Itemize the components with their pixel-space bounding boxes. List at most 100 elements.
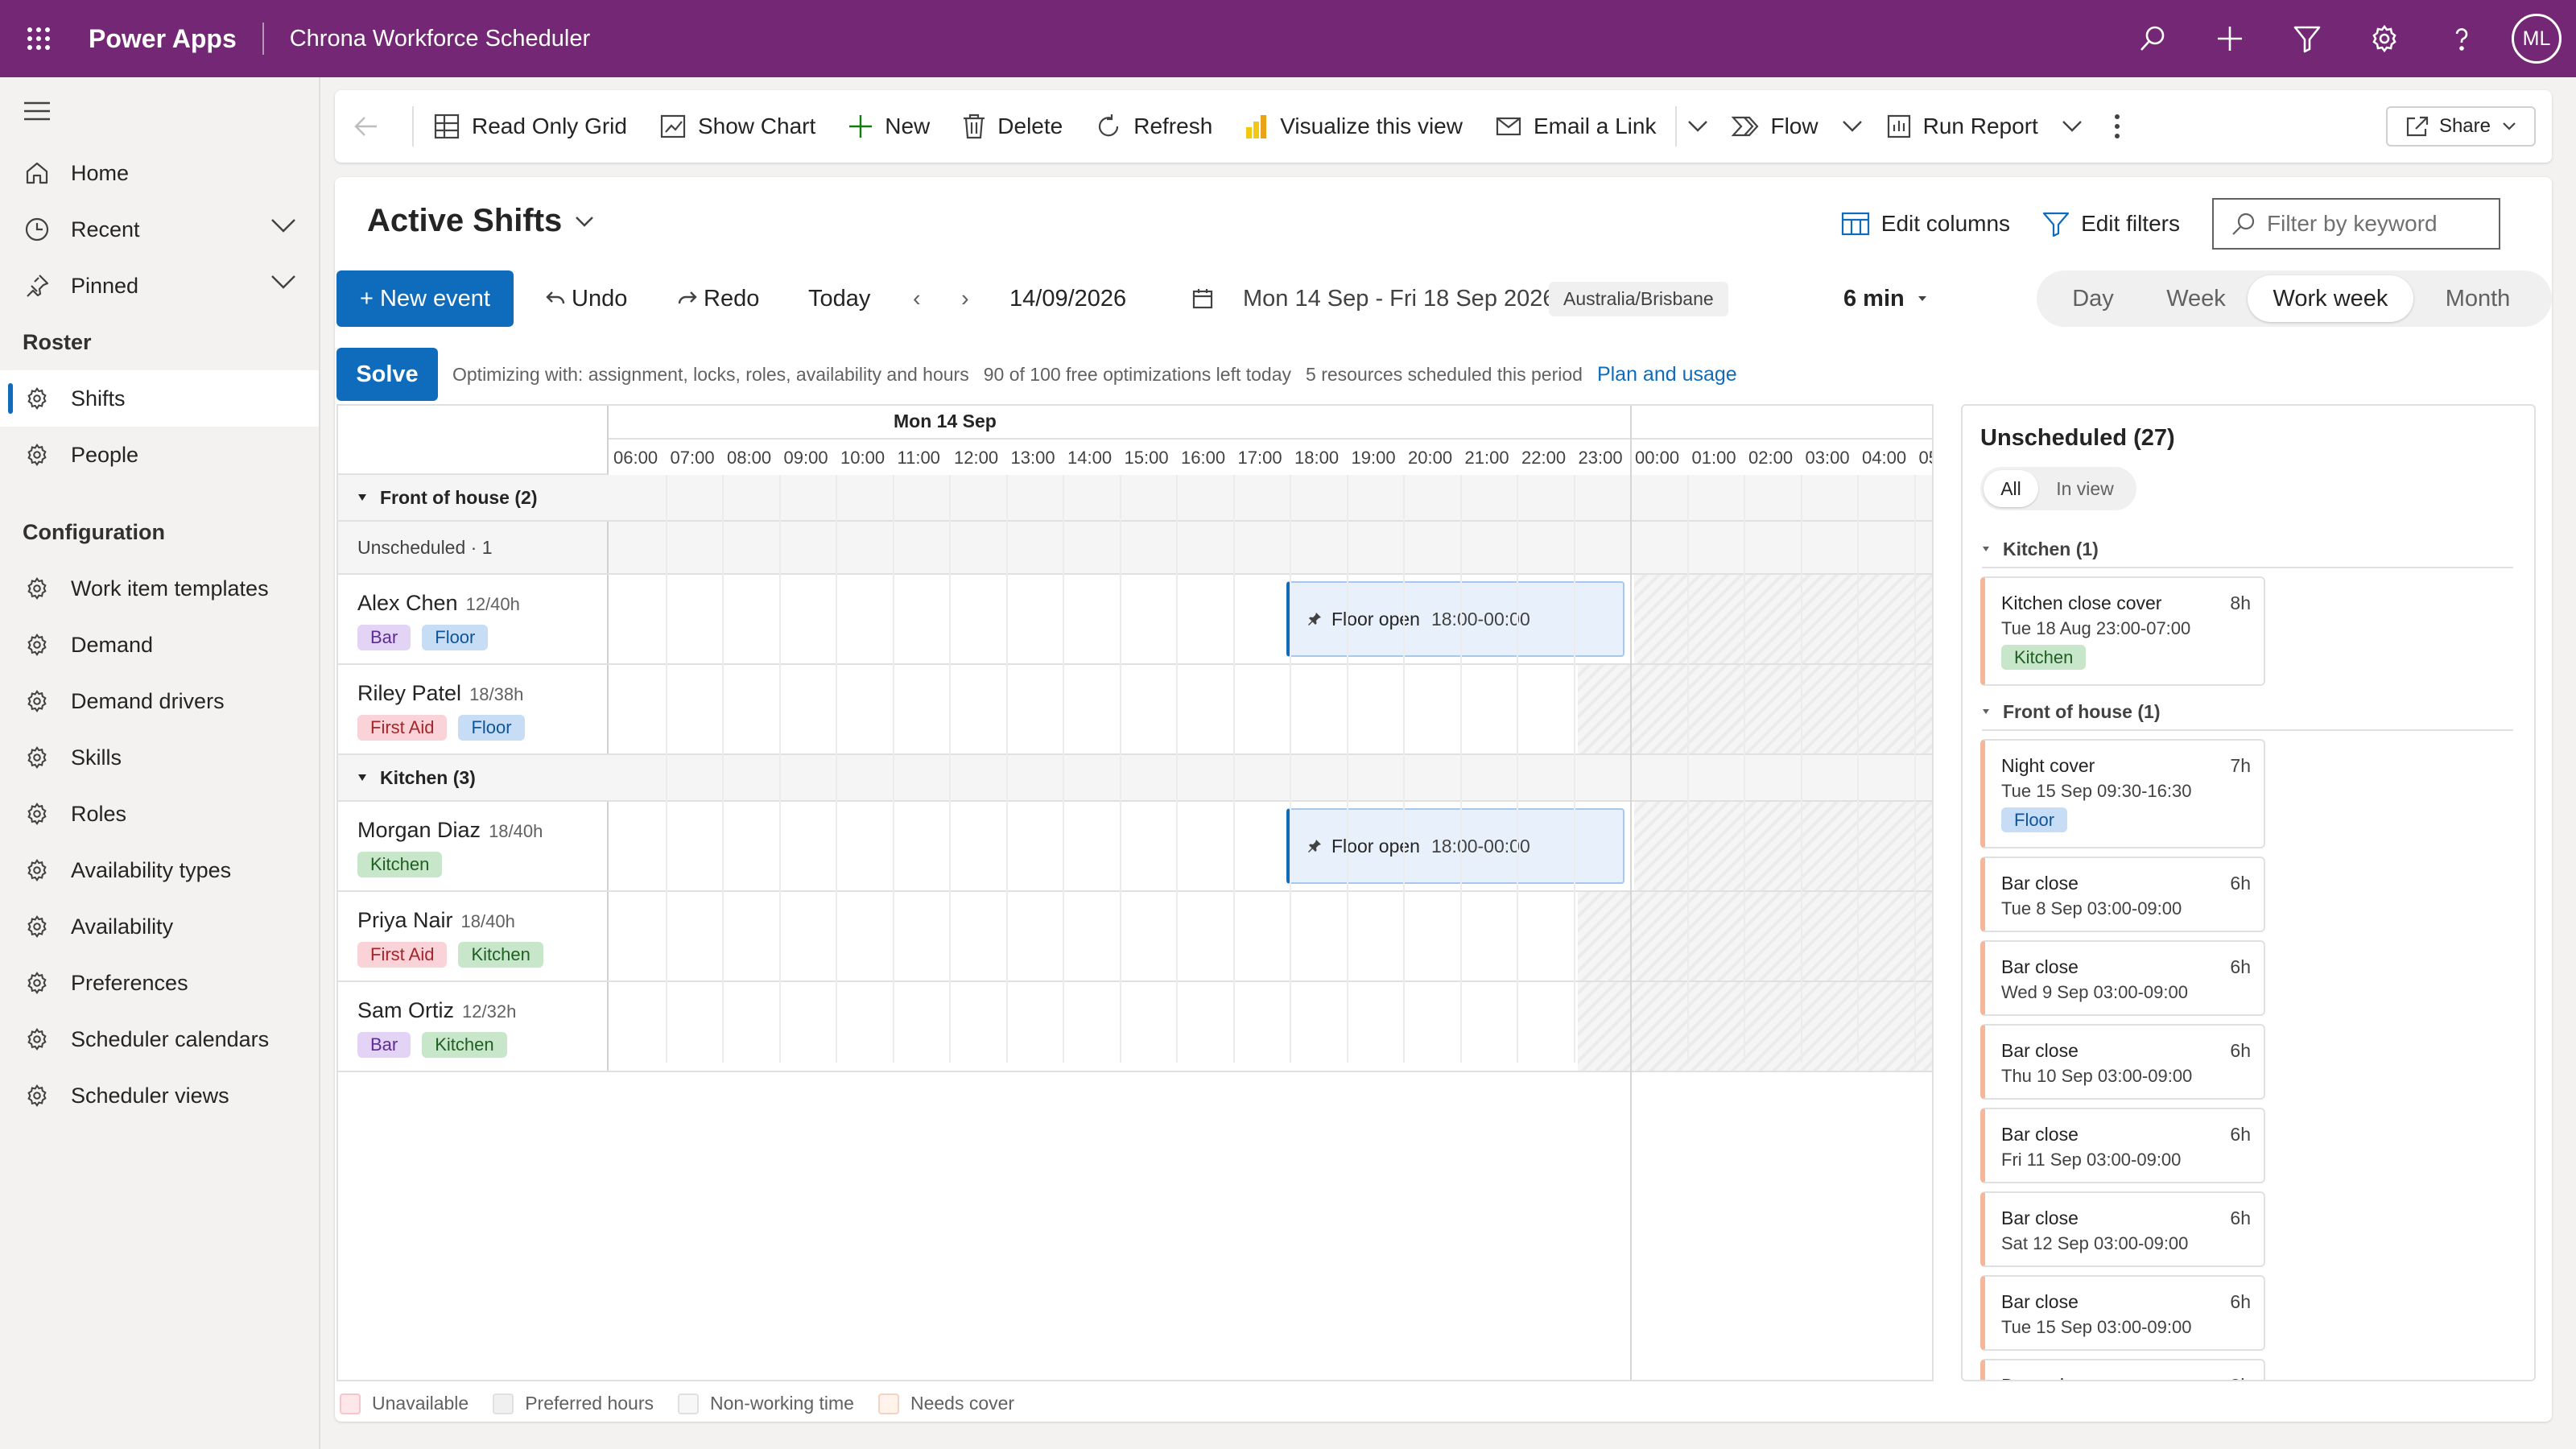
unscheduled-card[interactable]: Bar close 6h Thu 10 Sep 03:00-09:00 (1980, 1024, 2265, 1100)
resource-row[interactable]: Riley Patel 18/38h First Aid Floor (338, 665, 1932, 755)
unscheduled-card[interactable]: Night cover 7h Tue 15 Sep 09:30-16:30 Floor (1980, 739, 2265, 848)
delete-button[interactable]: Delete (946, 90, 1079, 163)
sidebar-item-demand-drivers[interactable]: Demand drivers (0, 673, 319, 729)
mode-month[interactable]: Month (2413, 275, 2542, 322)
plus-icon[interactable] (2191, 0, 2268, 77)
filter-icon[interactable] (2268, 0, 2346, 77)
run-report-chevron-icon[interactable] (2054, 90, 2090, 163)
unscheduled-card[interactable]: Bar close 6h Tue 15 Sep 03:00-09:00 (1980, 1275, 2265, 1351)
user-avatar[interactable]: ML (2512, 14, 2562, 64)
sidebar-item-home[interactable]: Home (0, 145, 319, 201)
view-header-actions: Edit columns Edit filters Filter by keyw… (1841, 198, 2500, 250)
app-name[interactable]: Power Apps (89, 24, 237, 54)
mode-work-week[interactable]: Work week (2248, 275, 2413, 322)
sidebar-item-roles[interactable]: Roles (0, 786, 319, 842)
help-icon[interactable] (2423, 0, 2500, 77)
section-configuration: Configuration (23, 519, 165, 544)
date-field[interactable]: 14/09/2026 (1009, 270, 1126, 327)
group-label[interactable]: Kitchen (3) (357, 755, 476, 800)
sidebar-item-demand[interactable]: Demand (0, 617, 319, 673)
skill-tag: Kitchen (357, 852, 443, 877)
slot-size-select[interactable]: 6 min (1843, 270, 1927, 327)
resource-name[interactable]: Alex Chen 12/40h (357, 591, 520, 616)
environment-name[interactable]: Chrona Workforce Scheduler (290, 26, 590, 52)
refresh-button[interactable]: Refresh (1079, 90, 1228, 163)
puzzle-icon (23, 968, 52, 997)
group-row[interactable]: Front of house (2) (338, 475, 1932, 522)
more-commands-icon[interactable] (2090, 90, 2156, 163)
edit-columns-button[interactable]: Edit columns (1841, 211, 2010, 237)
unscheduled-card[interactable]: Kitchen close cover 8h Tue 18 Aug 23:00-07… (1980, 576, 2265, 686)
hour-label: 21:00 (1464, 448, 1509, 468)
more-email-chevron-icon[interactable] (1680, 90, 1715, 163)
previous-period-button[interactable]: ‹ (913, 270, 921, 327)
sidebar-item-label: Demand drivers (71, 688, 225, 713)
share-button[interactable]: Share (2385, 106, 2536, 147)
new-event-button[interactable]: + New event (336, 270, 514, 327)
resource-name[interactable]: Riley Patel 18/38h (357, 681, 523, 706)
sidebar-item-work-item-templates[interactable]: Work item templates (0, 560, 319, 617)
search-icon[interactable] (2114, 0, 2191, 77)
group-row[interactable]: Kitchen (3) (338, 755, 1932, 802)
unscheduled-card[interactable]: Bar close 6h Sat 12 Sep 03:00-09:00 (1980, 1191, 2265, 1267)
filter-keyword-input[interactable]: Filter by keyword (2212, 198, 2500, 250)
group-label[interactable]: Front of house (2) (357, 475, 537, 520)
hamburger-menu-icon[interactable] (0, 77, 319, 145)
calendar-icon[interactable] (1191, 270, 1214, 327)
gear-icon[interactable] (2346, 0, 2423, 77)
read-only-grid-button[interactable]: Read Only Grid (417, 90, 643, 163)
show-chart-button[interactable]: Show Chart (643, 90, 832, 163)
resource-row[interactable]: Priya Nair 18/40h First Aid Kitchen (338, 892, 1932, 982)
back-button[interactable] (335, 90, 409, 163)
flow-chevron-icon[interactable] (1835, 90, 1870, 163)
card-duration: 8h (2230, 592, 2251, 613)
sidebar-item-availability[interactable]: Availability (0, 898, 319, 955)
unscheduled-group-header[interactable]: Kitchen (1) (1982, 531, 2513, 568)
undo-button[interactable]: Undo (546, 270, 627, 327)
sidebar-item-preferences[interactable]: Preferences (0, 955, 319, 1011)
unscheduled-group-header[interactable]: Front of house (1) (1982, 694, 2513, 731)
new-button[interactable]: New (832, 90, 946, 163)
sidebar-item-scheduler-calendars[interactable]: Scheduler calendars (0, 1011, 319, 1067)
sidebar-item-availability-types[interactable]: Availability types (0, 842, 319, 898)
chart-icon (660, 114, 686, 138)
unscheduled-card[interactable]: Bar close 6h Wed 9 Sep 03:00-09:00 (1980, 940, 2265, 1016)
edit-filters-button[interactable]: Edit filters (2042, 211, 2180, 237)
resource-hours: 12/40h (465, 594, 520, 614)
sidebar-item-scheduler-views[interactable]: Scheduler views (0, 1067, 319, 1124)
mode-day[interactable]: Day (2041, 275, 2145, 322)
today-button[interactable]: Today (808, 270, 870, 327)
sidebar-item-pinned[interactable]: Pinned (0, 258, 319, 314)
resource-row[interactable]: Sam Ortiz 12/32h Bar Kitchen (338, 982, 1932, 1072)
app-launcher-icon[interactable] (0, 0, 77, 77)
chevron-down-icon[interactable] (270, 217, 296, 233)
resource-name[interactable]: Sam Ortiz 12/32h (357, 998, 516, 1023)
next-period-button[interactable]: › (961, 270, 969, 327)
sidebar-item-label: Demand (71, 632, 154, 657)
view-title[interactable]: Active Shifts (367, 203, 594, 239)
unscheduled-card[interactable]: Bar close 6h Fri 11 Sep 03:00-09:00 (1980, 1108, 2265, 1183)
sidebar-item-skills[interactable]: Skills (0, 729, 319, 786)
sidebar-item-recent[interactable]: Recent (0, 201, 319, 258)
mode-week[interactable]: Week (2145, 275, 2248, 322)
resource-row[interactable]: Alex Chen 12/40h Bar Floor Floor open 18:00-0… (338, 575, 1932, 665)
run-report-button[interactable]: Run Report (1870, 90, 2054, 163)
plan-usage-link[interactable]: Plan and usage (1597, 363, 1737, 386)
resource-name[interactable]: Morgan Diaz 18/40h (357, 818, 543, 843)
redo-button[interactable]: Redo (678, 270, 759, 327)
resource-row[interactable]: Morgan Diaz 18/40h Kitchen Floor open 18:00-… (338, 802, 1932, 892)
sidebar-item-people[interactable]: People (0, 427, 319, 483)
email-link-button[interactable]: Email a Link (1479, 90, 1673, 163)
unscheduled-card[interactable]: Bar close 6h Tue 8 Sep 03:00-09:00 (1980, 857, 2265, 932)
flow-button[interactable]: Flow (1715, 90, 1834, 163)
card-title: Kitchen close cover (2001, 592, 2162, 613)
toggle-all[interactable]: All (1984, 470, 2038, 507)
unscheduled-card[interactable]: Deep clean 3h (1980, 1359, 2265, 1380)
sidebar-item-shifts[interactable]: Shifts (0, 370, 319, 427)
visualize-view-button[interactable]: Visualize this view (1228, 90, 1479, 163)
resource-name[interactable]: Priya Nair 18/40h (357, 908, 515, 933)
chevron-down-icon[interactable] (270, 274, 296, 290)
solve-button[interactable]: Solve (336, 348, 438, 401)
hour-label: 08:00 (727, 448, 772, 468)
toggle-in-view[interactable]: In view (2038, 470, 2132, 507)
